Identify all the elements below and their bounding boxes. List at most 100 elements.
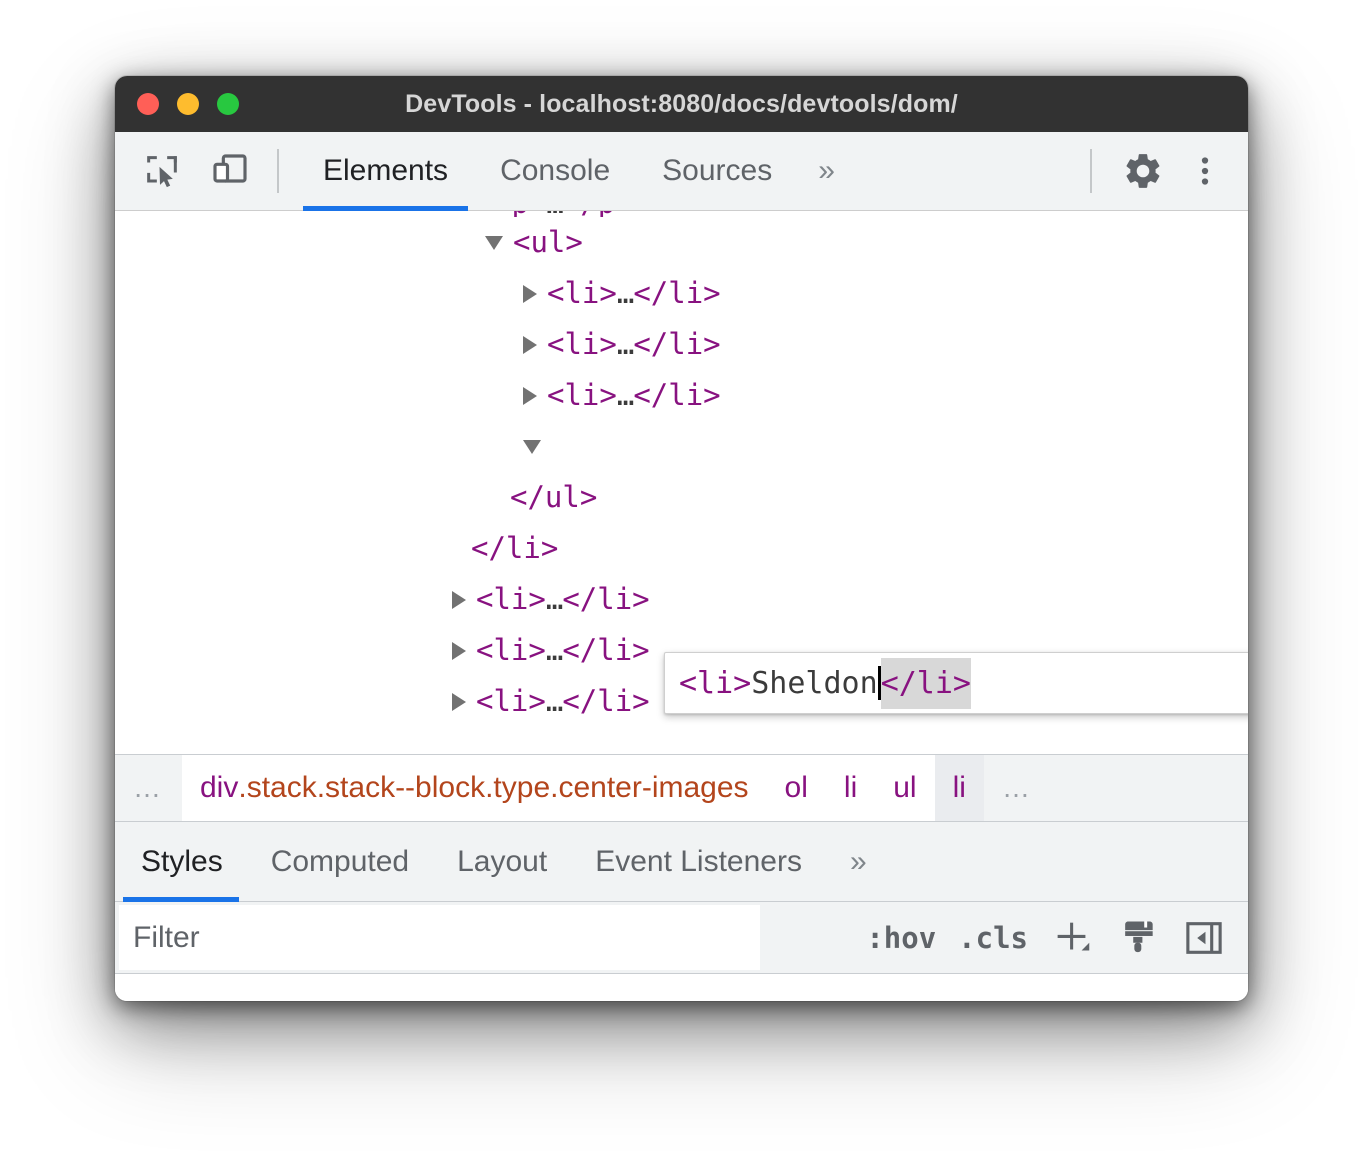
devtools-toolbar: Elements Console Sources » xyxy=(115,132,1248,211)
dom-node-ul-close-tag: </ul> xyxy=(510,480,598,514)
tab-event-listeners[interactable]: Event Listeners xyxy=(571,822,826,901)
styles-tabs-overflow-icon[interactable]: » xyxy=(826,822,891,901)
breadcrumb-item-ol-tag: ol xyxy=(784,771,808,804)
breadcrumb-item-li-selected-tag: li xyxy=(952,771,966,804)
tab-sources-label: Sources xyxy=(662,154,773,187)
minimize-button[interactable] xyxy=(177,93,199,115)
breadcrumb-item-div[interactable]: div .stack.stack--block.type.center-image… xyxy=(182,755,767,821)
dom-node-li-6-ellipsis: … xyxy=(545,684,563,718)
dom-node-li-close[interactable]: </li> xyxy=(115,523,1248,574)
devtools-window: DevTools - localhost:8080/docs/devtools/… xyxy=(115,76,1248,1001)
breadcrumb-overflow-left-label: … xyxy=(133,772,164,803)
cls-button-label: .cls xyxy=(958,920,1028,955)
plus-icon[interactable] xyxy=(1044,910,1100,966)
tab-computed-label: Computed xyxy=(270,844,410,878)
dom-node-li-editing[interactable] xyxy=(115,421,1248,472)
dom-node-ul-open[interactable]: <ul> xyxy=(115,217,1248,268)
tab-sources[interactable]: Sources xyxy=(636,132,798,210)
dom-node-li-close-tag: </li> xyxy=(471,531,559,565)
toolbar-divider-right xyxy=(1090,149,1092,193)
breadcrumb-item-ul[interactable]: ul xyxy=(875,755,935,821)
dom-node-li-4[interactable]: <li> … </li> xyxy=(115,574,1248,625)
styles-filter-actions: :hov .cls xyxy=(760,902,1248,973)
dom-inline-edit-box[interactable]: <li> Sheldon </li> xyxy=(664,652,1248,714)
gear-icon[interactable] xyxy=(1114,142,1172,200)
breadcrumb-item-li-outer-tag: li xyxy=(843,771,858,804)
dom-node-li-2-open: <li> xyxy=(547,327,617,361)
styles-filter-bar: :hov .cls xyxy=(115,902,1248,974)
edit-value[interactable]: Sheldon xyxy=(751,658,877,709)
disclosure-triangle-closed-icon[interactable] xyxy=(523,284,537,303)
window-titlebar: DevTools - localhost:8080/docs/devtools/… xyxy=(115,76,1248,132)
dom-node-li-1-close: </li> xyxy=(633,276,721,310)
breadcrumb-overflow-right-label: … xyxy=(1001,772,1033,803)
breadcrumb: … div .stack.stack--block.type.center-ima… xyxy=(115,754,1248,822)
hov-button[interactable]: :hov xyxy=(860,921,942,955)
toolbar-divider xyxy=(277,149,279,193)
dom-node-li-6-close: </li> xyxy=(562,684,650,718)
toolbar-left-icons xyxy=(115,142,259,200)
tab-console-label: Console xyxy=(500,154,611,187)
close-button[interactable] xyxy=(137,93,159,115)
tab-elements[interactable]: Elements xyxy=(297,132,474,211)
tabs-overflow-label: » xyxy=(818,154,835,187)
dom-node-ul-tag: <ul> xyxy=(513,225,583,259)
tab-layout-label: Layout xyxy=(457,844,548,878)
dom-node-li-3-close: </li> xyxy=(633,378,721,412)
disclosure-triangle-open-icon[interactable] xyxy=(523,439,541,454)
dom-tree-panel[interactable]: <p> … </p> <ul> <li> … </li> xyxy=(115,211,1248,754)
breadcrumb-item-ol[interactable]: ol xyxy=(766,755,826,821)
dom-node-li-3[interactable]: <li> … </li> xyxy=(115,370,1248,421)
screenshot-root: DevTools - localhost:8080/docs/devtools/… xyxy=(0,0,1362,1154)
dom-node-li-4-ellipsis: … xyxy=(545,582,563,616)
breadcrumb-overflow-right[interactable]: … xyxy=(984,755,1051,821)
disclosure-triangle-open-icon[interactable] xyxy=(485,235,503,250)
cls-button[interactable]: .cls xyxy=(952,921,1034,955)
dom-node-li-2[interactable]: <li> … </li> xyxy=(115,319,1248,370)
disclosure-triangle-closed-icon[interactable] xyxy=(523,335,537,354)
zoom-button[interactable] xyxy=(217,93,239,115)
window-controls xyxy=(115,93,239,115)
styles-rules-area[interactable] xyxy=(115,974,1248,1001)
dom-node-li-1-open: <li> xyxy=(547,276,617,310)
tabs-overflow-icon[interactable]: » xyxy=(798,154,855,188)
tab-elements-label: Elements xyxy=(323,154,449,187)
tab-computed[interactable]: Computed xyxy=(247,822,433,901)
disclosure-triangle-closed-icon[interactable] xyxy=(452,692,466,711)
tab-styles[interactable]: Styles xyxy=(115,822,247,902)
toolbar-right-icons xyxy=(1072,142,1234,200)
collapse-panel-icon[interactable] xyxy=(1176,910,1232,966)
dom-node-li-6-open: <li> xyxy=(476,684,546,718)
styles-panel-tabs: Styles Computed Layout Event Listeners » xyxy=(115,822,1248,902)
edit-close-tag: </li> xyxy=(880,657,971,709)
disclosure-triangle-closed-icon[interactable] xyxy=(452,590,466,609)
dom-node-li-1[interactable]: <li> … </li> xyxy=(115,268,1248,319)
breadcrumb-overflow-left[interactable]: … xyxy=(115,755,182,821)
breadcrumb-item-li-outer[interactable]: li xyxy=(825,755,876,821)
panel-tabs: Elements Console Sources » xyxy=(297,132,855,211)
paintbrush-icon[interactable] xyxy=(1110,910,1166,966)
inspect-element-icon[interactable] xyxy=(133,142,191,200)
device-toolbar-icon[interactable] xyxy=(201,142,259,200)
disclosure-triangle-closed-icon[interactable] xyxy=(452,641,466,660)
dom-node-li-5-close: </li> xyxy=(562,633,650,667)
dom-node-ul-close[interactable]: </ul> xyxy=(115,472,1248,523)
styles-tabs-overflow-label: » xyxy=(849,844,867,878)
kebab-menu-icon[interactable] xyxy=(1176,142,1234,200)
tab-event-listeners-label: Event Listeners xyxy=(595,844,802,878)
dom-node-li-4-close: </li> xyxy=(562,582,650,616)
tab-console[interactable]: Console xyxy=(474,132,636,210)
styles-filter-input[interactable] xyxy=(119,905,760,970)
breadcrumb-item-div-classes: .stack.stack--block.type.center-images xyxy=(238,771,749,804)
window-title: DevTools - localhost:8080/docs/devtools/… xyxy=(405,89,958,118)
dom-node-li-4-open: <li> xyxy=(476,582,546,616)
breadcrumb-item-li-selected[interactable]: li xyxy=(934,755,984,821)
hov-button-label: :hov xyxy=(866,920,937,955)
tab-layout[interactable]: Layout xyxy=(433,822,571,901)
dom-node-li-3-ellipsis: … xyxy=(616,378,634,412)
dom-node-li-1-ellipsis: … xyxy=(616,276,634,310)
tab-styles-label: Styles xyxy=(141,844,223,878)
dom-node-li-2-ellipsis: … xyxy=(616,327,634,361)
dom-node-li-3-open: <li> xyxy=(547,378,617,412)
disclosure-triangle-closed-icon[interactable] xyxy=(523,386,537,405)
